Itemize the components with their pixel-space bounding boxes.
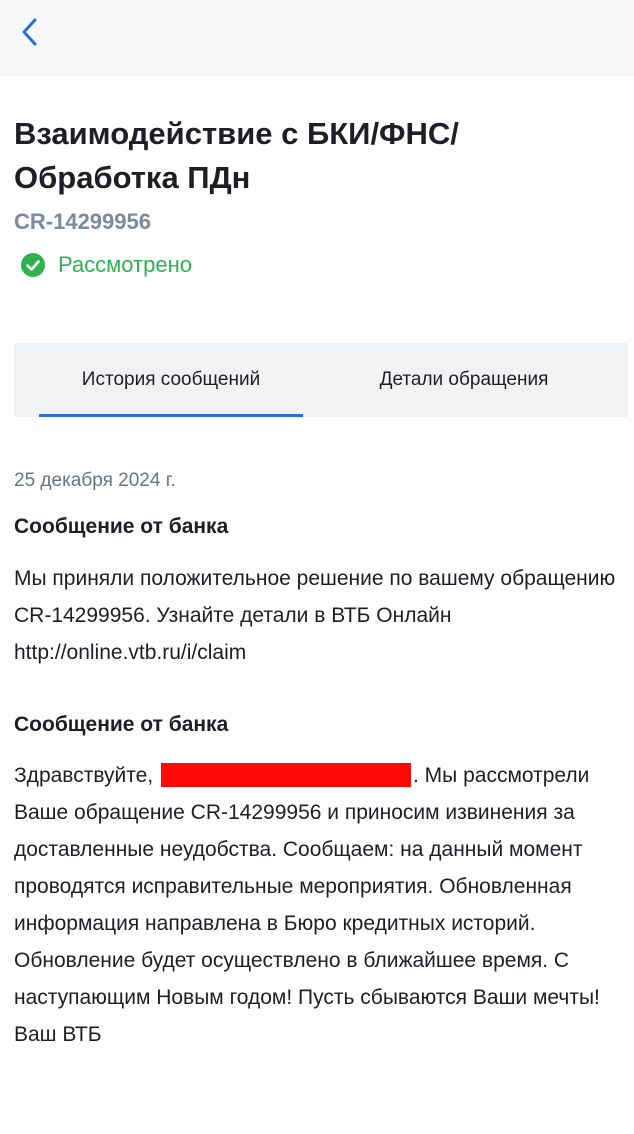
message-heading: Сообщение от банка [14,713,229,736]
back-button[interactable] [12,14,48,50]
message-greeting: Здравствуйте, [14,764,154,787]
tab-request-details[interactable]: Детали обращения [314,343,614,417]
chevron-left-icon [22,18,37,46]
request-id: CR-14299956 [14,209,151,234]
message-text: . Мы рассмотрели Ваше обращение CR-14299… [14,764,600,1046]
page-title: Взаимодействие с БКИ/ФНС/ Обработка ПДн [14,116,459,195]
status-badge: Рассмотрено [20,252,192,278]
redacted-name [161,763,411,787]
tab-message-history[interactable]: История сообщений [39,343,303,417]
message-body: Мы приняли положительное решение по ваше… [14,567,616,664]
top-bar [0,0,634,76]
check-circle-icon [20,252,46,278]
message-body: Здравствуйте, . Мы рассмотрели Ваше обра… [14,757,624,1053]
status-text: Рассмотрено [58,252,192,277]
message-heading: Сообщение от банка [14,515,229,538]
active-tab-indicator [39,414,303,417]
message-date: 25 декабря 2024 г. [14,470,176,491]
tab-bar: История сообщений Детали обращения [14,343,628,417]
